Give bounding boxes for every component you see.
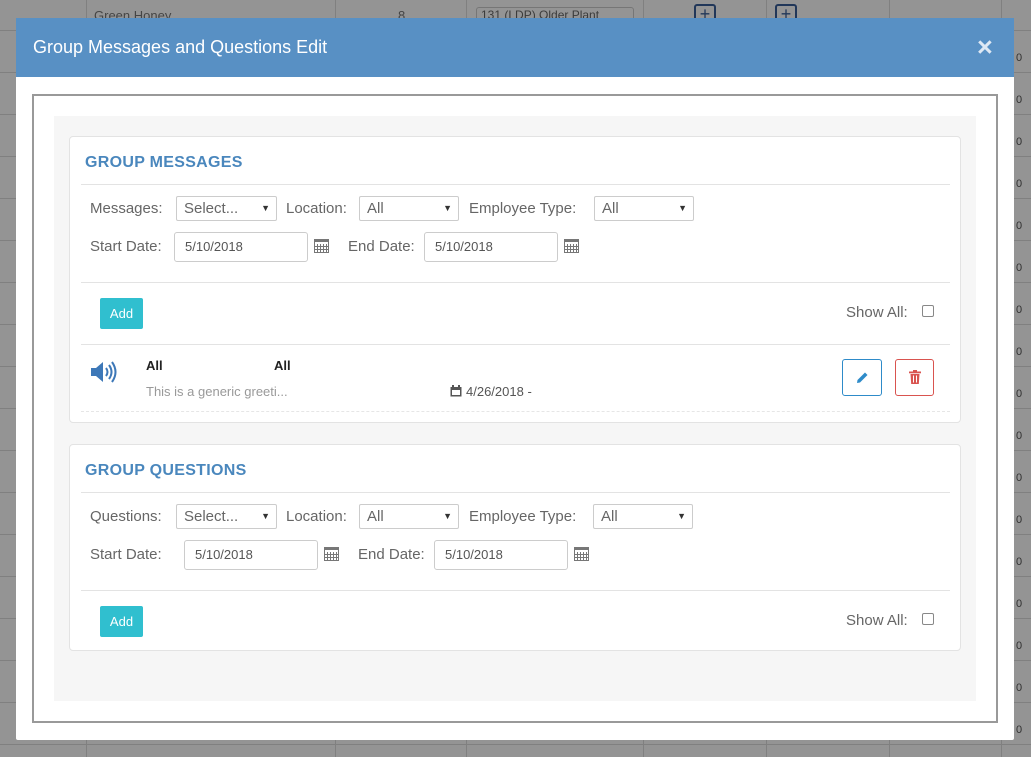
edit-modal: Group Messages and Questions Edit × GROU… [16,18,1014,740]
chevron-down-icon: ▼ [678,203,687,213]
chevron-down-icon: ▼ [677,511,686,521]
location-label: Location: [286,508,347,525]
modal-header: Group Messages and Questions Edit × [16,18,1014,77]
trash-icon [909,370,921,384]
chevron-down-icon: ▼ [261,203,270,213]
add-message-button[interactable]: Add [100,298,143,329]
messages-select[interactable]: Select... ▼ [176,196,277,221]
modal-body: GROUP MESSAGES Messages: Select... ▼ Loc… [32,94,998,723]
end-date-label: End Date: [358,546,425,563]
show-all-checkbox[interactable] [922,613,934,625]
chevron-down-icon: ▼ [443,203,452,213]
show-all-label: Show All: [846,612,908,629]
message-date: 4/26/2018 - [466,384,532,399]
location-select-value: All [367,200,384,217]
group-messages-panel: GROUP MESSAGES Messages: Select... ▼ Loc… [69,136,961,423]
location-label: Location: [286,200,347,217]
message-employee-type: All [274,358,291,373]
show-all-label: Show All: [846,304,908,321]
calendar-icon[interactable] [574,547,589,561]
messages-select-value: Select... [184,200,239,217]
start-date-input[interactable]: 5/10/2018 [184,540,318,570]
end-date-input[interactable]: 5/10/2018 [424,232,558,262]
questions-select-value: Select... [184,508,239,525]
chevron-down-icon: ▼ [443,511,452,521]
start-date-label: Start Date: [90,238,162,255]
calendar-icon[interactable] [324,547,339,561]
start-date-input[interactable]: 5/10/2018 [174,232,308,262]
divider [81,590,950,591]
questions-select[interactable]: Select... ▼ [176,504,277,529]
location-select[interactable]: All ▼ [359,504,459,529]
messages-label: Messages: [90,200,163,217]
employee-type-label: Employee Type: [469,508,577,525]
message-location: All [146,358,163,373]
message-text: This is a generic greeti... [146,384,288,399]
show-all-checkbox[interactable] [922,305,934,317]
modal-title: Group Messages and Questions Edit [33,37,328,57]
chevron-down-icon: ▼ [261,511,270,521]
add-question-button[interactable]: Add [100,606,143,637]
employee-type-select[interactable]: All ▼ [593,504,693,529]
edit-message-button[interactable] [842,359,882,396]
group-questions-panel: GROUP QUESTIONS Questions: Select... ▼ L… [69,444,961,651]
speaker-icon [91,361,117,383]
divider [81,184,950,185]
employee-type-select-value: All [602,200,619,217]
location-select[interactable]: All ▼ [359,196,459,221]
divider [81,411,950,412]
calendar-icon[interactable] [314,239,329,253]
calendar-icon[interactable] [564,239,579,253]
modal-content-area: GROUP MESSAGES Messages: Select... ▼ Loc… [54,116,976,701]
end-date-label: End Date: [348,238,415,255]
location-select-value: All [367,508,384,525]
delete-message-button[interactable] [895,359,934,396]
divider [81,282,950,283]
questions-label: Questions: [90,508,162,525]
panel-title: GROUP QUESTIONS [85,462,247,479]
employee-type-label: Employee Type: [469,200,577,217]
divider [81,344,950,345]
calendar-icon [450,385,462,397]
divider [81,492,950,493]
employee-type-select[interactable]: All ▼ [594,196,694,221]
pencil-icon [857,372,868,383]
end-date-input[interactable]: 5/10/2018 [434,540,568,570]
panel-title: GROUP MESSAGES [85,154,243,171]
start-date-label: Start Date: [90,546,162,563]
employee-type-select-value: All [601,508,618,525]
close-icon[interactable]: × [977,33,993,61]
